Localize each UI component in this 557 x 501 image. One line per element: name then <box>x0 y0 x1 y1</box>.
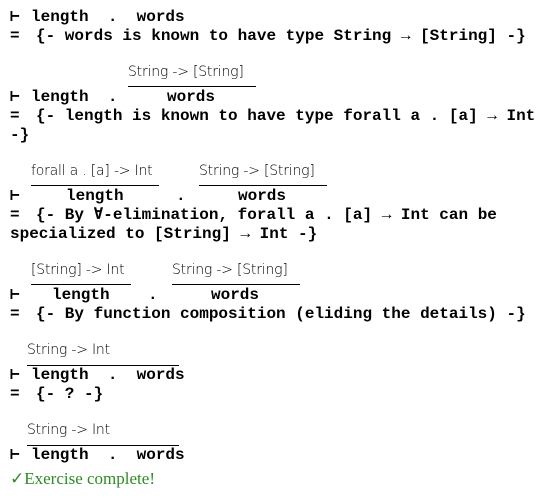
expression-2-words: words <box>167 88 216 106</box>
turnstile-6: ⊢ <box>10 446 20 464</box>
comment-5: {- ? -} <box>36 385 104 403</box>
exercise-complete-status: ✓Exercise complete! <box>10 469 155 488</box>
type-annotation-composite-6: String -> Int <box>27 422 110 438</box>
equals-1: = <box>10 27 20 45</box>
expression-1: length . words <box>31 8 185 26</box>
type-bar-2 <box>128 86 256 87</box>
turnstile-4: ⊢ <box>10 286 20 304</box>
expression-4-length: length <box>52 286 110 304</box>
comment-2: {- length is known to have type forall a… <box>10 107 545 144</box>
expression-6: length . words <box>31 446 185 464</box>
expression-2-left: length . <box>31 88 118 106</box>
type-annotation-words-2: String -> [String] <box>128 64 244 80</box>
type-annotation-composite-5: String -> Int <box>27 342 110 358</box>
type-annotation-length-4: [String] -> Int <box>31 262 125 278</box>
type-bar-3b <box>199 185 327 186</box>
equals-4: = <box>10 305 20 323</box>
turnstile-5: ⊢ <box>10 366 20 384</box>
type-annotation-length-3: forall a . [a] -> Int <box>31 163 153 179</box>
comment-1: {- words is known to have type String → … <box>36 27 526 45</box>
type-bar-4a <box>31 284 131 285</box>
type-bar-4b <box>172 284 300 285</box>
equals-5: = <box>10 385 20 403</box>
expression-3-dot: . <box>176 187 186 205</box>
turnstile-3: ⊢ <box>10 187 20 205</box>
expression-4-dot: . <box>148 286 158 304</box>
turnstile-1: ⊢ <box>10 8 20 26</box>
type-annotation-words-3: String -> [String] <box>199 163 315 179</box>
turnstile-2: ⊢ <box>10 88 20 106</box>
expression-5: length . words <box>31 366 185 384</box>
type-annotation-words-4: String -> [String] <box>172 262 288 278</box>
comment-3: {- By ∀-elimination, forall a . [a] → In… <box>10 206 507 243</box>
expression-3-length: length <box>66 187 124 205</box>
expression-3-words: words <box>238 187 287 205</box>
expression-4-words: words <box>211 286 260 304</box>
comment-4: {- By function composition (eliding the … <box>36 305 526 323</box>
type-bar-3a <box>31 185 159 186</box>
